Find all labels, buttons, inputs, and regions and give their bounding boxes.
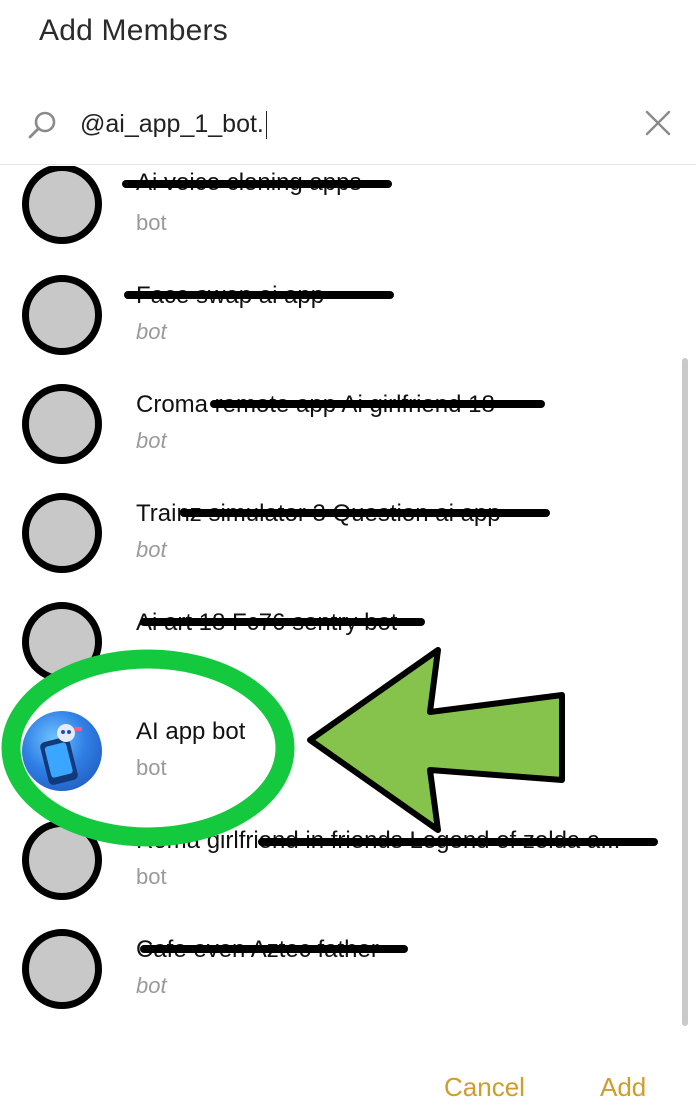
- list-item[interactable]: Face swap ai app bot: [0, 271, 680, 380]
- list-item[interactable]: Roma girlfriend in friends Legend of zel…: [0, 816, 680, 925]
- member-type: bot: [136, 210, 167, 235]
- add-button[interactable]: Add: [600, 1072, 646, 1103]
- robot-phone-icon: [40, 724, 82, 785]
- member-type: bot: [136, 428, 167, 453]
- avatar: [22, 711, 102, 791]
- list-item[interactable]: Ai art 18 Fc76 sentry bot: [0, 598, 680, 707]
- member-type: bot: [136, 864, 167, 889]
- redaction-strike: [140, 945, 408, 953]
- redaction-strike: [180, 509, 550, 517]
- members-list: Ai voice cloning apps bot Face swap ai a…: [0, 166, 696, 1046]
- avatar: [22, 602, 102, 682]
- list-item[interactable]: Cafe even Aztec father bot: [0, 925, 680, 1034]
- member-type: bot: [136, 755, 167, 780]
- member-name: AI app bot: [136, 718, 246, 745]
- avatar: [22, 384, 102, 464]
- cancel-button[interactable]: Cancel: [444, 1072, 525, 1103]
- avatar: [22, 275, 102, 355]
- redaction-strike: [122, 180, 392, 188]
- dialog-title: Add Members: [39, 14, 228, 47]
- search-icon: [28, 111, 56, 139]
- redaction-strike: [258, 838, 658, 846]
- member-type: bot: [136, 319, 167, 344]
- list-item[interactable]: Croma remote app Ai girlfriend 18 bot: [0, 380, 680, 489]
- list-item[interactable]: Ai voice cloning apps bot: [0, 166, 680, 275]
- text-caret: [265, 111, 268, 140]
- avatar: [22, 493, 102, 573]
- member-type: bot: [136, 973, 167, 998]
- redaction-strike: [140, 618, 425, 626]
- scrollbar[interactable]: [682, 358, 688, 1026]
- search-input[interactable]: @ai_app_1_bot.: [80, 108, 268, 140]
- search-input-value: @ai_app_1_bot.: [80, 110, 264, 138]
- redaction-strike: [210, 400, 545, 408]
- list-item[interactable]: AI app bot bot: [0, 707, 680, 816]
- avatar: [22, 166, 102, 244]
- avatar: [22, 820, 102, 900]
- avatar: [22, 929, 102, 1009]
- redaction-strike: [124, 291, 394, 299]
- search-bar: @ai_app_1_bot.: [0, 88, 696, 165]
- list-item[interactable]: Trainz simulator 3 Question ai app bot: [0, 489, 680, 598]
- close-icon[interactable]: [643, 108, 673, 138]
- member-type: bot: [136, 537, 167, 562]
